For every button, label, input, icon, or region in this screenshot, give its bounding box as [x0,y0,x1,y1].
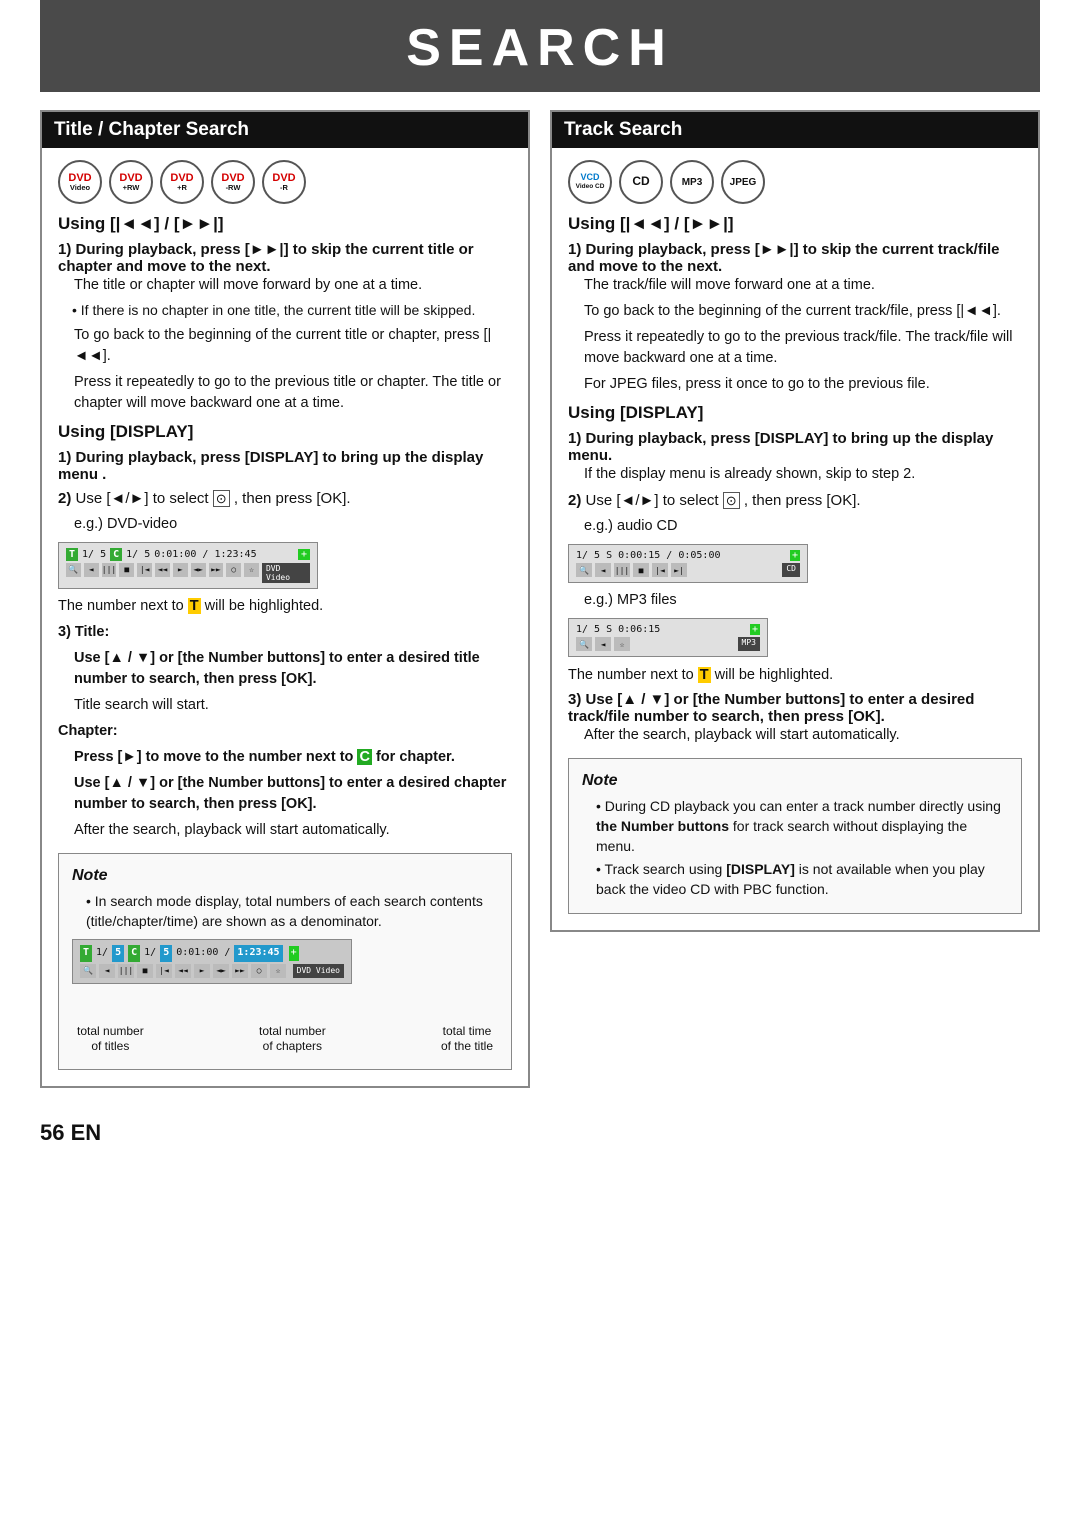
T-highlight-right: T [698,667,711,683]
eg-cd-label: e.g.) audio CD [584,516,1022,537]
screen-mp3-sim: 1/ 5 S 0:06:15 + 🔍 ◄ ☆ MP3 [568,618,768,657]
step-3-right: 3) Use [▲ / ▼] or [the Number buttons] t… [568,691,1022,746]
using-skip-heading-left: Using [|◄◄] / [►►|] [58,214,512,234]
disc-vcd: VCD Video CD [568,160,612,204]
track-search-col: Track Search VCD Video CD CD MP3 JPEG Us… [550,110,1040,932]
disc-cd: CD [619,160,663,204]
step1-p4-right: For JPEG files, press it once to go to t… [584,374,1022,395]
step1-p1-left: The title or chapter will move forward b… [74,275,512,296]
C-highlight: C [357,749,371,765]
select-icon-right: ⊙ [723,492,740,509]
disc-icons-right: VCD Video CD CD MP3 JPEG [568,160,1022,204]
step-1-right: 1) During playback, press [►►|] to skip … [568,241,1022,395]
two-column-layout: Title / Chapter Search DVD Video DVD +RW… [40,110,1040,1088]
step-1-left: 1) During playback, press [►►|] to skip … [58,241,512,414]
step1-p2-right: To go back to the beginning of the curre… [584,301,1022,322]
screen-dvd-sim: T 1/ 5 C 1/ 5 0:01:00 / 1:23:45 + 🔍 ◄ ||… [58,542,318,589]
note-box-left: Note • In search mode display, total num… [58,853,512,1070]
step1-bullet-left: • If there is no chapter in one title, t… [58,301,512,321]
title-chapter-search-header: Title / Chapter Search [42,112,528,148]
disc-icons-left: DVD Video DVD +RW DVD +R DVD -RW DVD - [58,160,512,204]
select-icon-left: ⊙ [213,490,230,507]
step-2d-left: 2) Use [◄/►] to select ⊙ , then press [O… [58,490,512,507]
disc-dvd-video: DVD Video [58,160,102,204]
diagram-label-time: total time of the title [441,1024,493,1055]
disc-mp3: MP3 [670,160,714,204]
note-title-left: Note [72,864,498,887]
step1-p3-right: Press it repeatedly to go to the previou… [584,327,1022,369]
footer-page-number: 56 EN [40,1120,1040,1146]
step-2d-right: 2) Use [◄/►] to select ⊙ , then press [O… [568,492,1022,509]
highlight-note-right: The number next to T will be highlighted… [568,665,1022,686]
note-box-right: Note • During CD playback you can enter … [568,758,1022,914]
using-skip-heading-right: Using [|◄◄] / [►►|] [568,214,1022,234]
using-display-heading-left: Using [DISPLAY] [58,422,512,442]
using-display-heading-right: Using [DISPLAY] [568,403,1022,423]
diagram-label-titles: total number of titles [77,1024,144,1055]
screen-cd-sim: 1/ 5 S 0:00:15 / 0:05:00 + 🔍 ◄ ||| ■ |◄ … [568,544,808,583]
disc-dvd-r-minus: DVD -R [262,160,306,204]
step-1d-right: 1) During playback, press [DISPLAY] to b… [568,430,1022,485]
note-bullet-left: • In search mode display, total numbers … [72,892,498,931]
note-title-right: Note [582,769,1008,792]
step1-p3-left: Press it repeatedly to go to the previou… [74,372,512,414]
highlight-note-left: The number next to T will be highlighted… [58,596,512,617]
note-screen-left: T 1/ 5 C 1/ 5 0:01:00 / 1:23:45 + 🔍 [72,939,498,1055]
eg-dvd-label: e.g.) DVD-video [74,514,512,535]
disc-dvd-r-plus: DVD +R [160,160,204,204]
diagram-labels: total number of titles total number of c… [72,1024,498,1055]
eg-mp3-label: e.g.) MP3 files [584,590,1022,611]
main-title: SEARCH [40,0,1040,92]
note-bullet1-right: • During CD playback you can enter a tra… [582,797,1008,856]
page: SEARCH Title / Chapter Search DVD Video … [0,0,1080,1528]
disc-jpeg: JPEG [721,160,765,204]
step-1d-left: 1) During playback, press [DISPLAY] to b… [58,449,512,483]
T-highlight-left: T [188,598,201,614]
step1-p1-right: The track/file will move forward one at … [584,275,1022,296]
step-3-left: 3) Title: Use [▲ / ▼] or [the Number but… [58,622,512,841]
disc-dvd-rw-plus: DVD +RW [109,160,153,204]
title-chapter-search-col: Title / Chapter Search DVD Video DVD +RW… [40,110,530,1088]
step1-p2-left: To go back to the beginning of the curre… [74,325,512,367]
note-bullet2-right: • Track search using [DISPLAY] is not av… [582,860,1008,899]
track-search-header: Track Search [552,112,1038,148]
diagram-label-chapters: total number of chapters [259,1024,326,1055]
disc-dvd-rw-minus: DVD -RW [211,160,255,204]
